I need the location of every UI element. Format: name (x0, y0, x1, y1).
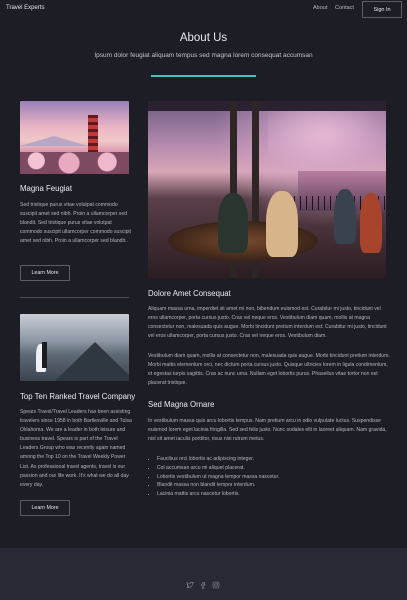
awning-shape (148, 101, 386, 111)
top-nav: Travel Experts About Contact Sign In (0, 0, 407, 19)
cherry-blossom-shape (20, 152, 129, 174)
page-title: About Us (179, 32, 228, 44)
mountain-shape (55, 342, 129, 381)
diner-shape (266, 191, 298, 257)
page-subtitle: Ipsum dolor feugiat aliquam tempus sed m… (94, 52, 313, 59)
title-accent-rule (151, 75, 256, 77)
dinner-terrace-image (148, 101, 386, 278)
nav-link-contact[interactable]: Contact (335, 5, 354, 11)
feature-list: Faucibus orci lobortis ac adipiscing int… (157, 455, 279, 499)
wedding-image (20, 314, 129, 381)
instagram-icon[interactable] (212, 581, 220, 589)
list-item: Col accumsan arcu mi aliquet placerat. (157, 464, 279, 473)
footer (0, 548, 407, 600)
groom-shape (42, 342, 47, 368)
nav-link-about[interactable]: About (313, 5, 327, 11)
mountain-shape (20, 136, 88, 146)
section-divider (20, 297, 129, 298)
list-item: Faucibus orci lobortis ac adipiscing int… (157, 455, 279, 464)
brand-logo[interactable]: Travel Experts (6, 5, 44, 11)
card-title-top-ten: Top Ten Ranked Travel Company (20, 392, 136, 401)
article-paragraph-1: Aliquam massa urna, imperdiet sit amet m… (148, 306, 387, 340)
learn-more-button-1[interactable]: Learn More (20, 265, 70, 281)
sign-in-button[interactable]: Sign In (362, 1, 402, 18)
card-body-magna-feugiat: Sed tristique purus vitae volutpat commo… (20, 202, 131, 245)
article-heading-2: Sed Magna Ornare (148, 400, 215, 409)
twitter-icon[interactable] (186, 581, 194, 589)
list-item: Lacinia mattis arcu nascetur lobortis. (157, 490, 279, 499)
card-body-top-ten: Spears Travel/Travel Leaders has been as… (20, 409, 132, 488)
article-paragraph-3: In vestibulum massa quis arcu lobortis t… (148, 418, 387, 443)
article-paragraph-2: Vestibulum diam quam, mollis at consecte… (148, 353, 390, 387)
diner-shape (218, 193, 248, 253)
diner-shape (334, 189, 356, 244)
article-heading-1: Dolore Amet Consequat (148, 289, 231, 298)
list-item: Lobortis vestibulum ut magna tempor mass… (157, 473, 279, 482)
pagoda-image (20, 101, 129, 174)
facebook-icon[interactable] (199, 581, 207, 589)
list-item: Blandit massa non blandit tempor interdu… (157, 481, 279, 490)
learn-more-button-2[interactable]: Learn More (20, 500, 70, 516)
card-title-magna-feugiat: Magna Feugiat (20, 184, 73, 193)
diner-shape (360, 193, 382, 253)
window-reflection-shape (268, 111, 386, 171)
